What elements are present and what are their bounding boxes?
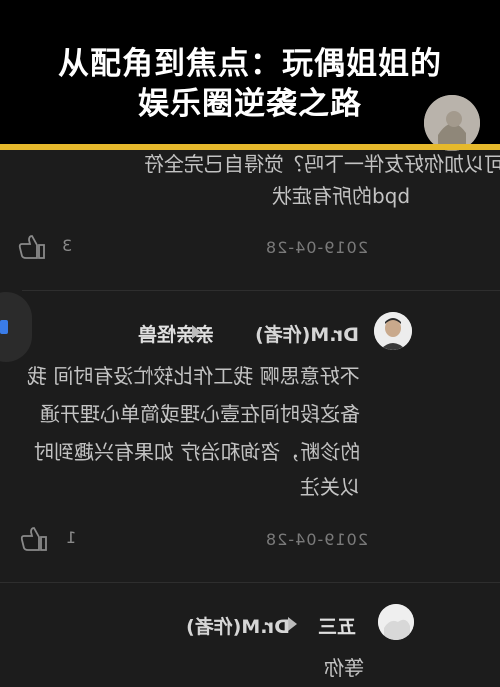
reply-arrow-icon <box>192 325 201 339</box>
like-icon[interactable] <box>18 234 46 260</box>
reply-date: 2019-04-28 <box>265 530 368 549</box>
divider <box>22 290 500 291</box>
reply-username[interactable]: 亲亲怪兽 <box>138 320 214 347</box>
reply-text-line: 不好意思啊 我工作比较忙没有时间 我 <box>27 364 360 388</box>
comment-text-line: 可以加你好友伴一下吗？觉得自己完全符 <box>144 152 500 176</box>
reply-text-line: 的诊断，咨询和治疗 如果有兴趣到时 <box>33 440 360 464</box>
reply-text-line: 以关注 <box>300 475 360 499</box>
divider <box>0 582 500 583</box>
floating-side-button[interactable] <box>0 292 32 362</box>
banner-accent-bar <box>0 144 500 150</box>
avatar[interactable] <box>374 312 412 350</box>
author-name[interactable]: Dr.M(作者) <box>186 612 290 639</box>
blue-indicator <box>0 320 8 334</box>
comment-date: 2019-04-28 <box>265 238 368 257</box>
like-icon[interactable] <box>20 526 48 552</box>
partial-avatar[interactable] <box>424 95 480 151</box>
title-banner: 从配角到焦点：玩偶姐姐的 娱乐圈逆袭之路 <box>0 0 500 151</box>
like-count: 3 <box>62 236 73 255</box>
banner-title-line1: 从配角到焦点：玩偶姐姐的 <box>58 46 442 82</box>
reply-text-line: 备这段时间在壹心理或简单心理开通 <box>40 402 360 426</box>
author-name[interactable]: Dr.M(作者) <box>255 320 359 347</box>
like-count: 1 <box>66 528 77 547</box>
comment-text-line: bpd的所有症状 <box>271 184 410 208</box>
reply-username[interactable]: 五三 <box>318 612 356 639</box>
reply-text-line: 等你 <box>324 656 364 680</box>
avatar[interactable] <box>378 604 414 640</box>
